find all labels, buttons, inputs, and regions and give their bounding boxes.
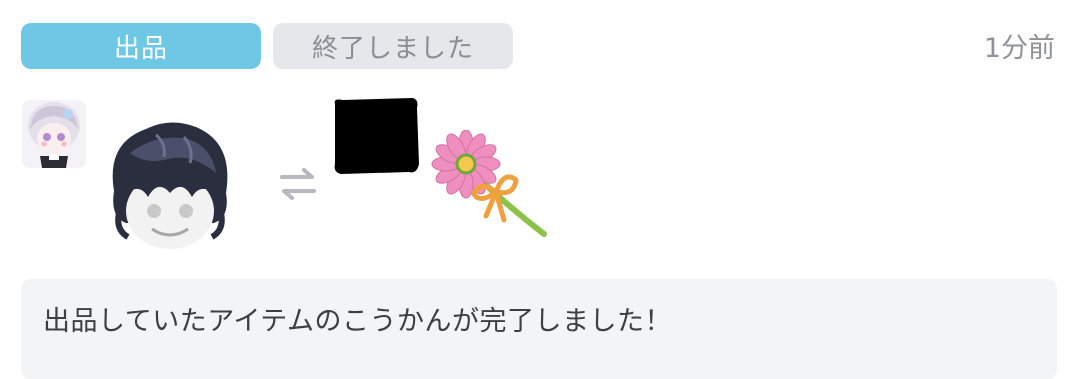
swap-arrows-icon <box>278 164 318 204</box>
received-item-flower[interactable] <box>430 129 550 240</box>
received-item-redacted[interactable] <box>331 98 419 174</box>
listed-badge-label: 出品 <box>113 33 168 64</box>
offered-item-hair[interactable] <box>96 113 244 253</box>
listed-badge[interactable]: 出品 <box>21 23 261 69</box>
timestamp: 1分前 <box>983 33 1055 64</box>
ended-status-label: 終了しました <box>311 33 474 64</box>
user-avatar[interactable] <box>22 100 86 168</box>
ended-status-badge: 終了しました <box>273 23 513 69</box>
completion-message-box: 出品していたアイテムのこうかんが完了しました！ <box>21 279 1057 379</box>
completion-message: 出品していたアイテムのこうかんが完了しました！ <box>43 306 672 337</box>
